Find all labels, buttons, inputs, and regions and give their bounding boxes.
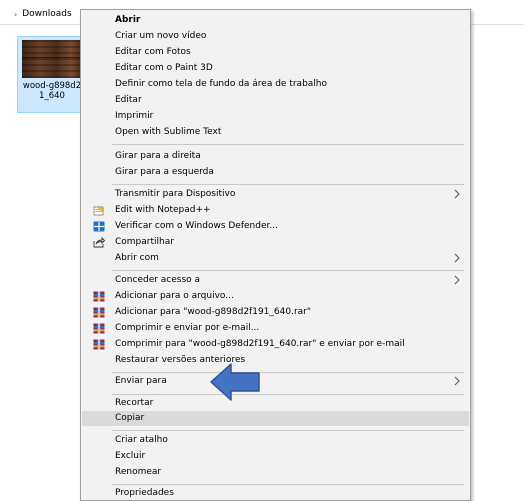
share-icon — [93, 237, 105, 248]
menu-item-criar-atalho[interactable]: Criar atalho — [82, 433, 469, 448]
menu-separator — [112, 484, 464, 485]
menu-item-editar[interactable]: Editar — [82, 93, 469, 108]
file-thumbnail — [22, 40, 84, 78]
chevron-right-icon — [453, 274, 461, 286]
menu-item-label: Propriedades — [115, 488, 174, 498]
menu-separator — [112, 144, 464, 145]
menu-item-enviar-para[interactable]: Enviar para — [82, 374, 469, 389]
menu-item-transmitir[interactable]: Transmitir para Dispositivo — [82, 187, 469, 202]
menu-item-label: Enviar para — [115, 376, 167, 386]
breadcrumb-downloads[interactable]: Downloads — [22, 9, 71, 19]
annotation-arrow-icon — [210, 363, 260, 401]
menu-item-label: Comprimir para "wood-g898d2f191_640.rar"… — [115, 339, 405, 349]
menu-item-conceder-acesso[interactable]: Conceder acesso a — [82, 273, 469, 288]
menu-item-imprimir[interactable]: Imprimir — [82, 109, 469, 124]
menu-item-label: Girar para a esquerda — [115, 167, 214, 177]
file-name-label: wood-g898d2 1_640 — [22, 81, 82, 101]
menu-item-label: Editar com o Paint 3D — [115, 63, 213, 73]
notepad-plus-plus-icon — [93, 205, 105, 216]
menu-item-label: Recortar — [115, 398, 154, 408]
menu-item-propriedades[interactable]: Propriedades — [82, 486, 469, 501]
menu-item-sublime[interactable]: Open with Sublime Text — [82, 125, 469, 140]
menu-item-label: Girar para a direita — [115, 151, 201, 161]
windows-defender-icon — [93, 221, 105, 232]
chevron-right-icon — [453, 188, 461, 200]
menu-item-adicionar-rar[interactable]: Adicionar para "wood-g898d2f191_640.rar" — [82, 305, 469, 320]
menu-item-label: Editar — [115, 95, 142, 105]
menu-item-adicionar-arquivo[interactable]: Adicionar para o arquivo... — [82, 289, 469, 304]
winrar-icon — [93, 339, 105, 350]
menu-item-label: Criar atalho — [115, 435, 168, 445]
menu-item-label: Adicionar para "wood-g898d2f191_640.rar" — [115, 307, 311, 317]
menu-item-comprimir-email[interactable]: Comprimir e enviar por e-mail... — [82, 321, 469, 336]
menu-item-label: Criar um novo vídeo — [115, 31, 207, 41]
menu-item-excluir[interactable]: Excluir — [82, 449, 469, 464]
menu-item-editar-fotos[interactable]: Editar com Fotos — [82, 45, 469, 60]
winrar-icon — [93, 291, 105, 302]
menu-separator — [112, 184, 464, 185]
menu-item-label: Open with Sublime Text — [115, 127, 222, 137]
menu-item-abrir-com[interactable]: Abrir com — [82, 251, 469, 266]
menu-item-label: Imprimir — [115, 111, 154, 121]
menu-separator — [112, 372, 464, 373]
menu-item-copiar[interactable]: Copiar — [82, 411, 469, 426]
menu-item-renomear[interactable]: Renomear — [82, 465, 469, 480]
menu-item-label: Verificar com o Windows Defender... — [115, 221, 278, 231]
menu-item-label: Adicionar para o arquivo... — [115, 291, 234, 301]
menu-item-recortar[interactable]: Recortar — [82, 396, 469, 411]
menu-item-compartilhar[interactable]: Compartilhar — [82, 235, 469, 250]
menu-item-abrir[interactable]: Abrir — [82, 13, 469, 28]
menu-item-label: Comprimir e enviar por e-mail... — [115, 323, 260, 333]
menu-item-windows-defender[interactable]: Verificar com o Windows Defender... — [82, 219, 469, 234]
menu-item-label: Compartilhar — [115, 237, 174, 247]
menu-item-label: Transmitir para Dispositivo — [115, 189, 236, 199]
menu-item-label: Excluir — [115, 451, 146, 461]
winrar-icon — [93, 323, 105, 334]
menu-item-criar-video[interactable]: Criar um novo vídeo — [82, 29, 469, 44]
menu-item-label: Edit with Notepad++ — [115, 205, 211, 215]
menu-separator — [112, 270, 464, 271]
menu-item-label: Definir como tela de fundo da área de tr… — [115, 79, 328, 89]
menu-item-label: Conceder acesso a — [115, 275, 201, 285]
menu-item-label: Abrir — [115, 15, 141, 25]
context-menu: Abrir Criar um novo vídeo Editar com Fot… — [80, 9, 471, 501]
menu-item-notepad[interactable]: Edit with Notepad++ — [82, 203, 469, 218]
menu-item-girar-direita[interactable]: Girar para a direita — [82, 149, 469, 164]
menu-item-label: Copiar — [115, 413, 145, 423]
menu-item-tela-de-fundo[interactable]: Definir como tela de fundo da área de tr… — [82, 77, 469, 92]
menu-item-comprimir-rar-email[interactable]: Comprimir para "wood-g898d2f191_640.rar"… — [82, 337, 469, 352]
chevron-right-icon — [453, 375, 461, 387]
menu-separator — [112, 430, 464, 431]
chevron-right-icon: › — [14, 9, 18, 19]
menu-separator — [112, 394, 464, 395]
menu-item-label: Editar com Fotos — [115, 47, 191, 57]
explorer-header-strip — [470, 4, 524, 25]
chevron-right-icon — [453, 252, 461, 264]
menu-item-restaurar-versoes[interactable]: Restaurar versões anteriores — [82, 353, 469, 368]
selected-file-item[interactable]: wood-g898d2 1_640 — [17, 36, 87, 113]
winrar-icon — [93, 307, 105, 318]
menu-item-label: Abrir com — [115, 253, 159, 263]
menu-item-label: Renomear — [115, 467, 162, 477]
menu-item-girar-esquerda[interactable]: Girar para a esquerda — [82, 165, 469, 180]
menu-item-paint-3d[interactable]: Editar com o Paint 3D — [82, 61, 469, 76]
